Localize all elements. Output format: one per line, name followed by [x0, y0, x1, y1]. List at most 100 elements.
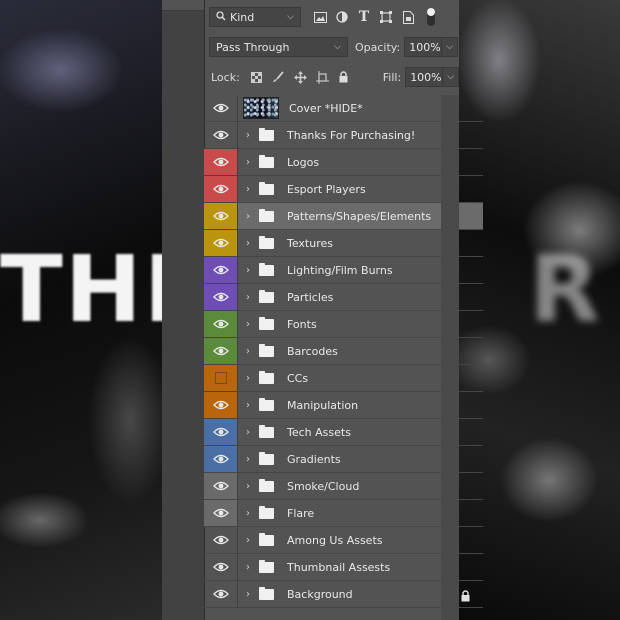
chevron-right-icon[interactable]: › — [241, 535, 255, 546]
eye-icon[interactable] — [204, 122, 237, 148]
layer-name: Among Us Assets — [287, 533, 383, 547]
folder-icon — [259, 424, 274, 438]
chevron-right-icon[interactable]: › — [241, 508, 255, 519]
lock-transparent-pixels-icon[interactable] — [248, 68, 266, 86]
folder-icon — [259, 451, 274, 465]
panel-side-strip — [162, 0, 205, 620]
eye-icon[interactable] — [204, 446, 237, 472]
eye-icon[interactable] — [204, 311, 237, 337]
chevron-right-icon[interactable]: › — [241, 589, 255, 600]
folder-icon — [259, 343, 274, 357]
chevron-right-icon[interactable]: › — [241, 427, 255, 438]
folder-icon — [259, 208, 274, 222]
folder-icon — [259, 397, 274, 411]
eye-icon[interactable] — [204, 338, 237, 364]
column-divider — [237, 176, 238, 202]
filter-kind-label: Kind — [230, 10, 255, 24]
opacity-dropdown-button[interactable]: ⌵ — [442, 37, 459, 57]
filter-adjustment-icon[interactable] — [333, 8, 351, 26]
eye-icon[interactable] — [204, 95, 237, 121]
filter-shape-icon[interactable] — [377, 8, 395, 26]
layer-name: Esport Players — [287, 182, 366, 196]
column-divider — [237, 338, 238, 364]
chevron-right-icon[interactable]: › — [241, 130, 255, 141]
layer-name: Background — [287, 587, 353, 601]
column-divider — [237, 311, 238, 337]
eye-icon[interactable] — [204, 500, 237, 526]
eye-icon[interactable] — [204, 230, 237, 256]
chevron-right-icon[interactable]: › — [241, 157, 255, 168]
eye-icon[interactable] — [204, 176, 237, 202]
folder-icon — [259, 505, 274, 519]
layer-name: Particles — [287, 290, 334, 304]
layers-scrollbar[interactable] — [441, 95, 459, 620]
search-icon — [216, 10, 226, 24]
filter-toggle[interactable] — [427, 8, 435, 26]
fill-input[interactable]: 100% — [405, 67, 444, 87]
lock-all-icon[interactable] — [335, 68, 353, 86]
folder-icon — [259, 370, 274, 384]
opacity-input[interactable]: 100% — [404, 37, 443, 57]
layer-name: Gradients — [287, 452, 341, 466]
blend-mode-value: Pass Through — [216, 40, 290, 54]
column-divider — [237, 149, 238, 175]
chevron-right-icon[interactable]: › — [241, 346, 255, 357]
layer-name: Tech Assets — [287, 425, 351, 439]
lock-image-pixels-icon[interactable] — [270, 68, 288, 86]
layer-name: Thanks For Purchasing! — [287, 128, 416, 142]
chevron-right-icon[interactable]: › — [241, 400, 255, 411]
eye-icon[interactable] — [204, 284, 237, 310]
eye-icon[interactable] — [204, 203, 237, 229]
column-divider — [237, 257, 238, 283]
chevron-right-icon[interactable]: › — [241, 238, 255, 249]
eye-icon[interactable] — [204, 527, 237, 553]
folder-icon — [259, 235, 274, 249]
chevron-right-icon[interactable]: › — [241, 211, 255, 222]
chevron-right-icon[interactable]: › — [241, 265, 255, 276]
chevron-right-icon[interactable]: › — [241, 373, 255, 384]
eye-icon[interactable] — [204, 419, 237, 445]
layer-name: Patterns/Shapes/Elements — [287, 209, 432, 223]
folder-icon — [259, 478, 274, 492]
folder-icon — [259, 262, 274, 276]
filter-smart-object-icon[interactable] — [399, 8, 417, 26]
eye-icon[interactable] — [204, 257, 237, 283]
lock-artboard-icon[interactable] — [313, 68, 331, 86]
filter-kind-select[interactable]: Kind ⌵ — [209, 7, 301, 27]
layer-name: Lighting/Film Burns — [287, 263, 393, 277]
filter-row: Kind ⌵ T — [205, 4, 459, 30]
eye-icon[interactable] — [204, 473, 237, 499]
column-divider — [237, 446, 238, 472]
chevron-right-icon[interactable]: › — [241, 292, 255, 303]
folder-icon — [259, 154, 274, 168]
filter-pixel-icon[interactable] — [311, 8, 329, 26]
lock-label: Lock: — [211, 70, 240, 84]
folder-icon — [259, 532, 274, 546]
chevron-right-icon[interactable]: › — [241, 562, 255, 573]
eye-icon[interactable] — [204, 392, 237, 418]
filter-type-icon[interactable]: T — [355, 8, 373, 26]
visibility-off-icon[interactable] — [204, 365, 237, 391]
fill-dropdown-button[interactable]: ⌵ — [443, 67, 460, 87]
lock-icon — [460, 587, 471, 606]
opacity-label: Opacity: — [355, 40, 401, 54]
layer-name: Logos — [287, 155, 320, 169]
column-divider — [237, 365, 238, 391]
layer-name: Smoke/Cloud — [287, 479, 360, 493]
folder-icon — [259, 181, 274, 195]
column-divider — [237, 527, 238, 553]
layers-panel: Kind ⌵ T Pass Through ⌵ Opacity: 100% ⌵ … — [162, 0, 483, 620]
eye-icon[interactable] — [204, 149, 237, 175]
folder-icon — [259, 127, 274, 141]
blend-mode-select[interactable]: Pass Through ⌵ — [209, 37, 348, 57]
column-divider — [237, 392, 238, 418]
lock-position-icon[interactable] — [291, 68, 309, 86]
layer-thumbnail — [243, 97, 279, 119]
chevron-right-icon[interactable]: › — [241, 454, 255, 465]
chevron-right-icon[interactable]: › — [241, 481, 255, 492]
chevron-right-icon[interactable]: › — [241, 319, 255, 330]
chevron-right-icon[interactable]: › — [241, 184, 255, 195]
eye-icon[interactable] — [204, 554, 237, 580]
folder-icon — [259, 586, 274, 600]
eye-icon[interactable] — [204, 581, 237, 607]
